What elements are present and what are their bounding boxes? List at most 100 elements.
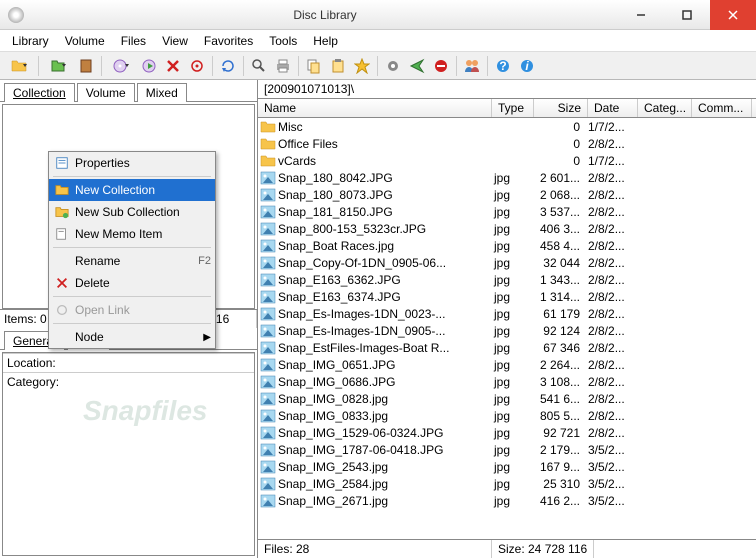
book-button[interactable] [75, 55, 97, 77]
file-row[interactable]: vCards01/7/2... [258, 152, 756, 169]
search-button[interactable] [248, 55, 270, 77]
file-row[interactable]: Snap_IMG_0833.jpgjpg805 5...2/8/2... [258, 407, 756, 424]
file-name: Snap_181_8150.JPG [278, 205, 494, 219]
menu-node[interactable]: Node ▶ [49, 326, 215, 348]
file-row[interactable]: Snap_800-153_5323cr.JPGjpg406 3...2/8/2.… [258, 220, 756, 237]
file-size: 406 3... [536, 222, 588, 236]
maximize-button[interactable] [664, 0, 710, 30]
menu-library[interactable]: Library [4, 32, 57, 50]
file-list[interactable]: Misc01/7/2...Office Files02/8/2...vCards… [258, 118, 756, 539]
location-label: Location: [3, 353, 254, 372]
file-type: jpg [494, 205, 536, 219]
col-date[interactable]: Date [588, 99, 638, 117]
col-type[interactable]: Type [492, 99, 534, 117]
file-row[interactable]: Snap_180_8042.JPGjpg2 601...2/8/2... [258, 169, 756, 186]
menu-volume[interactable]: Volume [57, 32, 113, 50]
open-button[interactable] [43, 55, 73, 77]
new-sub-icon [53, 204, 71, 220]
tab-mixed[interactable]: Mixed [137, 83, 187, 102]
paste-button[interactable] [327, 55, 349, 77]
file-name: Snap_E163_6374.JPG [278, 290, 494, 304]
file-row[interactable]: Snap_EstFiles-Images-Boat R...jpg67 3462… [258, 339, 756, 356]
file-size: 167 9... [536, 460, 588, 474]
file-row[interactable]: Snap_E163_6362.JPGjpg1 343...2/8/2... [258, 271, 756, 288]
file-type: jpg [494, 477, 536, 491]
send-button[interactable] [406, 55, 428, 77]
new-doc-button[interactable] [4, 55, 34, 77]
image-icon [260, 239, 276, 253]
file-row[interactable]: Snap_Copy-Of-1DN_0905-06...jpg32 0442/8/… [258, 254, 756, 271]
col-size[interactable]: Size [534, 99, 588, 117]
col-comm[interactable]: Comm... [692, 99, 752, 117]
files-count: Files: 28 [258, 540, 492, 558]
file-type: jpg [494, 392, 536, 406]
file-type: jpg [494, 273, 536, 287]
file-row[interactable]: Snap_180_8073.JPGjpg2 068...2/8/2... [258, 186, 756, 203]
menu-properties[interactable]: Properties [49, 152, 215, 174]
menu-delete[interactable]: Delete [49, 272, 215, 294]
file-name: Snap_Boat Races.jpg [278, 239, 494, 253]
file-row[interactable]: Snap_IMG_0651.JPGjpg2 264...2/8/2... [258, 356, 756, 373]
menu-rename[interactable]: Rename F2 [49, 250, 215, 272]
folder-icon [260, 120, 276, 134]
menu-new-sub-collection[interactable]: New Sub Collection [49, 201, 215, 223]
info-button[interactable]: i [516, 55, 538, 77]
menu-new-collection[interactable]: New Collection [49, 179, 215, 201]
file-row[interactable]: Snap_IMG_1787-06-0418.JPGjpg2 179...3/5/… [258, 441, 756, 458]
copy-button[interactable] [303, 55, 325, 77]
stop-button[interactable] [430, 55, 452, 77]
file-size: 2 264... [536, 358, 588, 372]
file-size: 0 [536, 154, 588, 168]
users-button[interactable] [461, 55, 483, 77]
close-button[interactable] [710, 0, 756, 30]
file-name: Snap_IMG_0651.JPG [278, 358, 494, 372]
col-name[interactable]: Name [258, 99, 492, 117]
menu-bar: LibraryVolumeFilesViewFavoritesToolsHelp [0, 30, 756, 52]
menu-new-memo[interactable]: New Memo Item [49, 223, 215, 245]
file-row[interactable]: Snap_IMG_0686.JPGjpg3 108...2/8/2... [258, 373, 756, 390]
menu-tools[interactable]: Tools [261, 32, 305, 50]
col-categ[interactable]: Categ... [638, 99, 692, 117]
file-date: 2/8/2... [588, 273, 638, 287]
target-button[interactable] [186, 55, 208, 77]
toolbar: ? i [0, 52, 756, 80]
file-size: 0 [536, 120, 588, 134]
menu-view[interactable]: View [154, 32, 196, 50]
file-row[interactable]: Misc01/7/2... [258, 118, 756, 135]
refresh-button[interactable] [217, 55, 239, 77]
svg-text:?: ? [499, 59, 506, 73]
delete-button[interactable] [162, 55, 184, 77]
menu-favorites[interactable]: Favorites [196, 32, 261, 50]
file-row[interactable]: Snap_181_8150.JPGjpg3 537...2/8/2... [258, 203, 756, 220]
context-menu: Properties New Collection New Sub Collec… [48, 151, 216, 349]
gear-button[interactable] [382, 55, 404, 77]
minimize-button[interactable] [618, 0, 664, 30]
menu-files[interactable]: Files [113, 32, 154, 50]
file-row[interactable]: Snap_Es-Images-1DN_0905-...jpg92 1242/8/… [258, 322, 756, 339]
disc-button[interactable] [106, 55, 136, 77]
favorite-button[interactable] [351, 55, 373, 77]
file-row[interactable]: Snap_IMG_2584.jpgjpg25 3103/5/2... [258, 475, 756, 492]
file-row[interactable]: Snap_IMG_0828.jpgjpg541 6...2/8/2... [258, 390, 756, 407]
file-type: jpg [494, 307, 536, 321]
file-row[interactable]: Snap_IMG_2543.jpgjpg167 9...3/5/2... [258, 458, 756, 475]
file-row[interactable]: Snap_IMG_2671.jpgjpg416 2...3/5/2... [258, 492, 756, 509]
menu-help[interactable]: Help [305, 32, 346, 50]
file-date: 2/8/2... [588, 375, 638, 389]
file-row[interactable]: Office Files02/8/2... [258, 135, 756, 152]
tab-collection[interactable]: Collection [4, 83, 75, 102]
tab-volume[interactable]: Volume [77, 83, 135, 102]
file-type: jpg [494, 460, 536, 474]
file-row[interactable]: Snap_Boat Races.jpgjpg458 4...2/8/2... [258, 237, 756, 254]
file-row[interactable]: Snap_IMG_1529-06-0324.JPGjpg92 7212/8/2.… [258, 424, 756, 441]
file-type: jpg [494, 171, 536, 185]
file-date: 2/8/2... [588, 358, 638, 372]
file-row[interactable]: Snap_E163_6374.JPGjpg1 314...2/8/2... [258, 288, 756, 305]
file-type: jpg [494, 324, 536, 338]
print-button[interactable] [272, 55, 294, 77]
help-button[interactable]: ? [492, 55, 514, 77]
file-row[interactable]: Snap_Es-Images-1DN_0023-...jpg61 1792/8/… [258, 305, 756, 322]
file-date: 3/5/2... [588, 443, 638, 457]
file-date: 3/5/2... [588, 494, 638, 508]
disc-play-button[interactable] [138, 55, 160, 77]
